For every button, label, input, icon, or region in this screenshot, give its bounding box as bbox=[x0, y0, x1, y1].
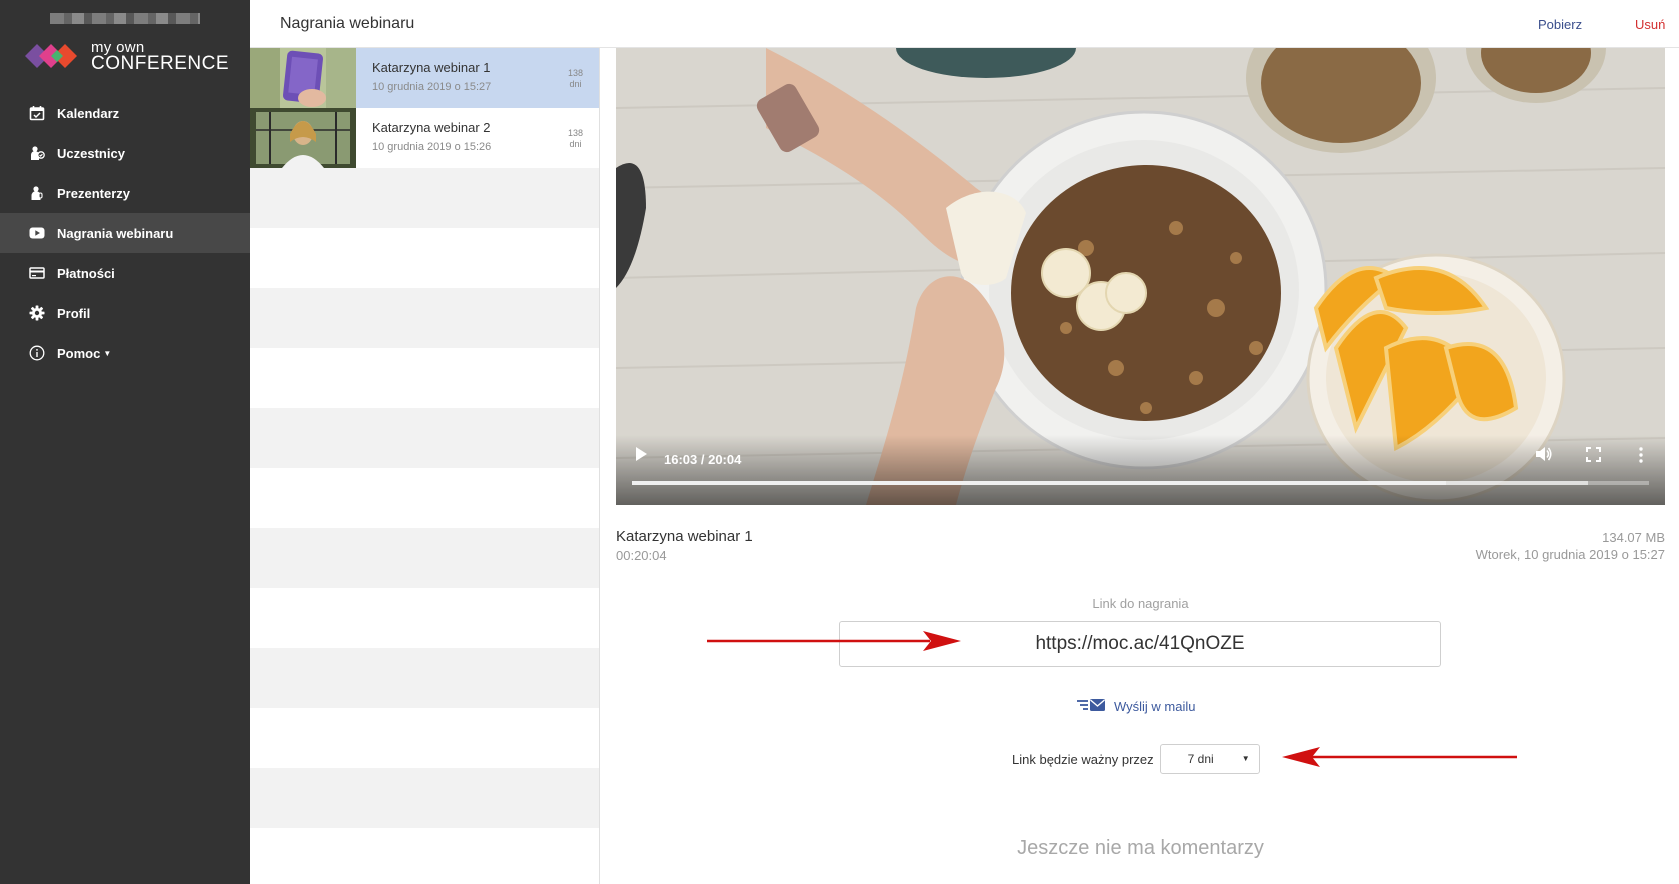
sidebar-item-uczestnicy[interactable]: Uczestnicy bbox=[0, 133, 250, 173]
sidebar-item-nagrania-webinaru[interactable]: Nagrania webinaru bbox=[0, 213, 250, 253]
delete-link[interactable]: Usuń bbox=[1635, 17, 1665, 32]
recording-date: 10 grudnia 2019 o 15:26 bbox=[372, 141, 492, 153]
send-mail-button[interactable]: Wyślij w mailu bbox=[1076, 697, 1196, 716]
logo-text-big: CONFERENCE bbox=[91, 53, 230, 74]
sidebar-item-profil[interactable]: Profil bbox=[0, 293, 250, 333]
youtube-icon bbox=[28, 224, 46, 242]
empty-row bbox=[250, 168, 599, 228]
days-unit: dni bbox=[569, 79, 582, 89]
sidebar-nav: Kalendarz Uczestnicy Prezenterzy Nagrani… bbox=[0, 93, 250, 373]
sidebar-item-pomoc[interactable]: Pomoc ▼ bbox=[0, 333, 250, 373]
recording-title: Katarzyna webinar 1 bbox=[616, 528, 753, 545]
gear-icon bbox=[28, 304, 46, 322]
empty-row bbox=[250, 708, 599, 768]
empty-row bbox=[250, 348, 599, 408]
sidebar-item-prezenterzy[interactable]: Prezenterzy bbox=[0, 173, 250, 213]
more-options-icon[interactable] bbox=[1639, 447, 1643, 468]
app-root: my own CONFERENCE Kalendarz Uczestnicy P… bbox=[0, 0, 1679, 884]
participants-icon bbox=[28, 144, 46, 162]
sidebar-item-platnosci[interactable]: Płatności bbox=[0, 253, 250, 293]
validity-select[interactable]: 7 dni ▼ bbox=[1159, 744, 1260, 774]
video-controls: 16:03 / 20:04 bbox=[616, 435, 1665, 505]
recording-date: 10 grudnia 2019 o 15:27 bbox=[372, 81, 492, 93]
sidebar-item-label: Kalendarz bbox=[57, 105, 120, 121]
recording-name: Katarzyna webinar 2 bbox=[372, 120, 491, 135]
validity-value: 7 dni bbox=[1187, 752, 1214, 766]
caret-down-icon: ▼ bbox=[103, 348, 112, 358]
video-time: 16:03 / 20:04 bbox=[664, 452, 742, 467]
link-validity: Link będzie ważny przez 7 dni ▼ bbox=[1012, 744, 1260, 774]
empty-row bbox=[250, 288, 599, 348]
annotation-arrow-right bbox=[707, 631, 961, 651]
annotation-arrow-left bbox=[1282, 747, 1517, 767]
empty-row bbox=[250, 768, 599, 828]
link-label: Link do nagrania bbox=[1092, 596, 1189, 611]
sidebar-item-label: Pomoc bbox=[57, 345, 101, 361]
recording-days-left: 138 dni bbox=[568, 128, 583, 150]
empty-row bbox=[250, 648, 599, 708]
empty-row bbox=[250, 228, 599, 288]
video-player[interactable]: 16:03 / 20:04 bbox=[616, 48, 1665, 505]
sidebar: my own CONFERENCE Kalendarz Uczestnicy P… bbox=[0, 0, 250, 884]
recording-datetime: Wtorek, 10 grudnia 2019 o 15:27 bbox=[1475, 547, 1665, 562]
sidebar-item-label: Uczestnicy bbox=[57, 145, 125, 161]
send-mail-label: Wyślij w mailu bbox=[1114, 699, 1196, 714]
presenter-icon bbox=[28, 184, 46, 202]
sidebar-item-label: Prezenterzy bbox=[57, 185, 130, 201]
credit-card-icon bbox=[28, 264, 46, 282]
days-unit: dni bbox=[569, 139, 582, 149]
recording-thumbnail bbox=[250, 48, 356, 108]
empty-row bbox=[250, 408, 599, 468]
logo[interactable]: my own CONFERENCE bbox=[25, 40, 229, 73]
video-progress-bar[interactable] bbox=[632, 481, 1649, 485]
send-mail-icon bbox=[1076, 697, 1108, 716]
sidebar-item-label: Płatności bbox=[57, 265, 115, 281]
recordings-list: Katarzyna webinar 1 10 grudnia 2019 o 15… bbox=[250, 48, 600, 884]
logo-diamonds-icon bbox=[25, 44, 77, 68]
info-icon bbox=[28, 344, 46, 362]
blurred-account-name bbox=[50, 13, 200, 24]
fullscreen-icon[interactable] bbox=[1586, 447, 1601, 467]
caret-down-icon: ▼ bbox=[1241, 754, 1250, 763]
recording-size: 134.07 MB bbox=[1602, 530, 1665, 545]
sidebar-item-kalendarz[interactable]: Kalendarz bbox=[0, 93, 250, 133]
top-bar: Nagrania webinaru Pobierz Usuń bbox=[250, 0, 1679, 48]
recording-item[interactable]: Katarzyna webinar 1 10 grudnia 2019 o 15… bbox=[250, 48, 599, 108]
video-progress-fill bbox=[632, 481, 1446, 485]
recording-thumbnail bbox=[250, 108, 356, 168]
download-link[interactable]: Pobierz bbox=[1538, 17, 1582, 32]
recording-name: Katarzyna webinar 1 bbox=[372, 60, 491, 75]
empty-row bbox=[250, 468, 599, 528]
calendar-icon bbox=[28, 104, 46, 122]
recording-duration: 00:20:04 bbox=[616, 548, 667, 563]
days-number: 138 bbox=[567, 68, 583, 78]
play-icon[interactable] bbox=[634, 446, 648, 467]
empty-row bbox=[250, 828, 599, 884]
no-comments-text: Jeszcze nie ma komentarzy bbox=[1017, 837, 1264, 859]
page-title: Nagrania webinaru bbox=[280, 15, 415, 32]
validity-label: Link będzie ważny przez bbox=[1012, 751, 1154, 767]
sidebar-item-label: Profil bbox=[57, 305, 91, 321]
days-number: 138 bbox=[567, 128, 583, 138]
recording-item[interactable]: Katarzyna webinar 2 10 grudnia 2019 o 15… bbox=[250, 108, 599, 168]
empty-row bbox=[250, 528, 599, 588]
empty-row bbox=[250, 588, 599, 648]
recording-days-left: 138 dni bbox=[568, 68, 583, 90]
sidebar-item-label: Nagrania webinaru bbox=[57, 225, 174, 241]
volume-icon[interactable] bbox=[1535, 446, 1553, 467]
